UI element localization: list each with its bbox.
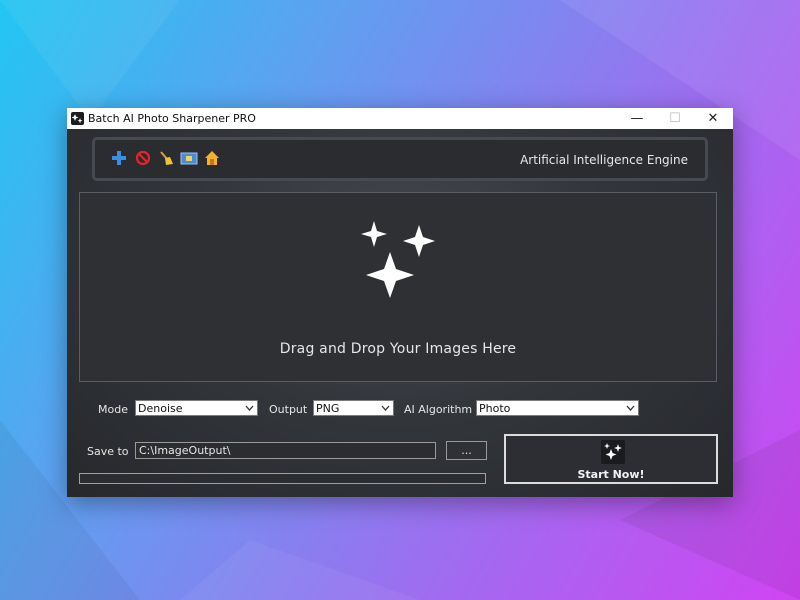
close-button[interactable]: ✕ <box>694 108 732 129</box>
client-area: Artificial Intelligence Engine Drag and … <box>67 129 733 497</box>
app-logo-icon <box>71 112 84 125</box>
clear-icon[interactable] <box>157 149 175 167</box>
mode-label: Mode <box>98 403 128 416</box>
algorithm-value: Photo <box>479 402 511 415</box>
algorithm-select[interactable]: Photo <box>476 400 639 416</box>
sparkle-icon <box>601 440 625 464</box>
add-icon[interactable] <box>110 149 128 167</box>
save-to-label: Save to <box>87 445 129 458</box>
algorithm-label: AI Algorithm <box>404 403 473 416</box>
save-path-input[interactable] <box>135 442 436 459</box>
output-value: PNG <box>316 402 340 415</box>
browse-button[interactable]: ... <box>446 441 487 460</box>
mode-value: Denoise <box>138 402 183 415</box>
mode-select[interactable]: Denoise <box>135 400 258 416</box>
start-label: Start Now! <box>577 468 645 481</box>
remove-icon[interactable] <box>134 149 152 167</box>
window-title: Batch AI Photo Sharpener PRO <box>88 112 256 125</box>
maximize-button[interactable]: ☐ <box>656 108 694 129</box>
drop-zone[interactable]: Drag and Drop Your Images Here <box>79 192 717 382</box>
chevron-down-icon[interactable] <box>623 401 638 415</box>
drop-hint: Drag and Drop Your Images Here <box>279 341 517 357</box>
chevron-down-icon[interactable] <box>378 401 393 415</box>
open-folder-icon[interactable] <box>180 149 198 167</box>
output-select[interactable]: PNG <box>313 400 394 416</box>
progress-bar <box>79 473 486 484</box>
engine-label: Artificial Intelligence Engine <box>520 153 688 167</box>
start-button[interactable]: Start Now! <box>504 434 718 484</box>
output-label: Output <box>269 403 308 416</box>
toolbar: Artificial Intelligence Engine <box>92 137 708 181</box>
app-window: Batch AI Photo Sharpener PRO — ☐ ✕ Artif… <box>67 108 733 497</box>
minimize-button[interactable]: — <box>618 108 656 129</box>
home-icon[interactable] <box>203 149 221 167</box>
sparkle-icon <box>361 221 435 298</box>
chevron-down-icon[interactable] <box>242 401 257 415</box>
title-bar[interactable]: Batch AI Photo Sharpener PRO — ☐ ✕ <box>67 108 733 129</box>
